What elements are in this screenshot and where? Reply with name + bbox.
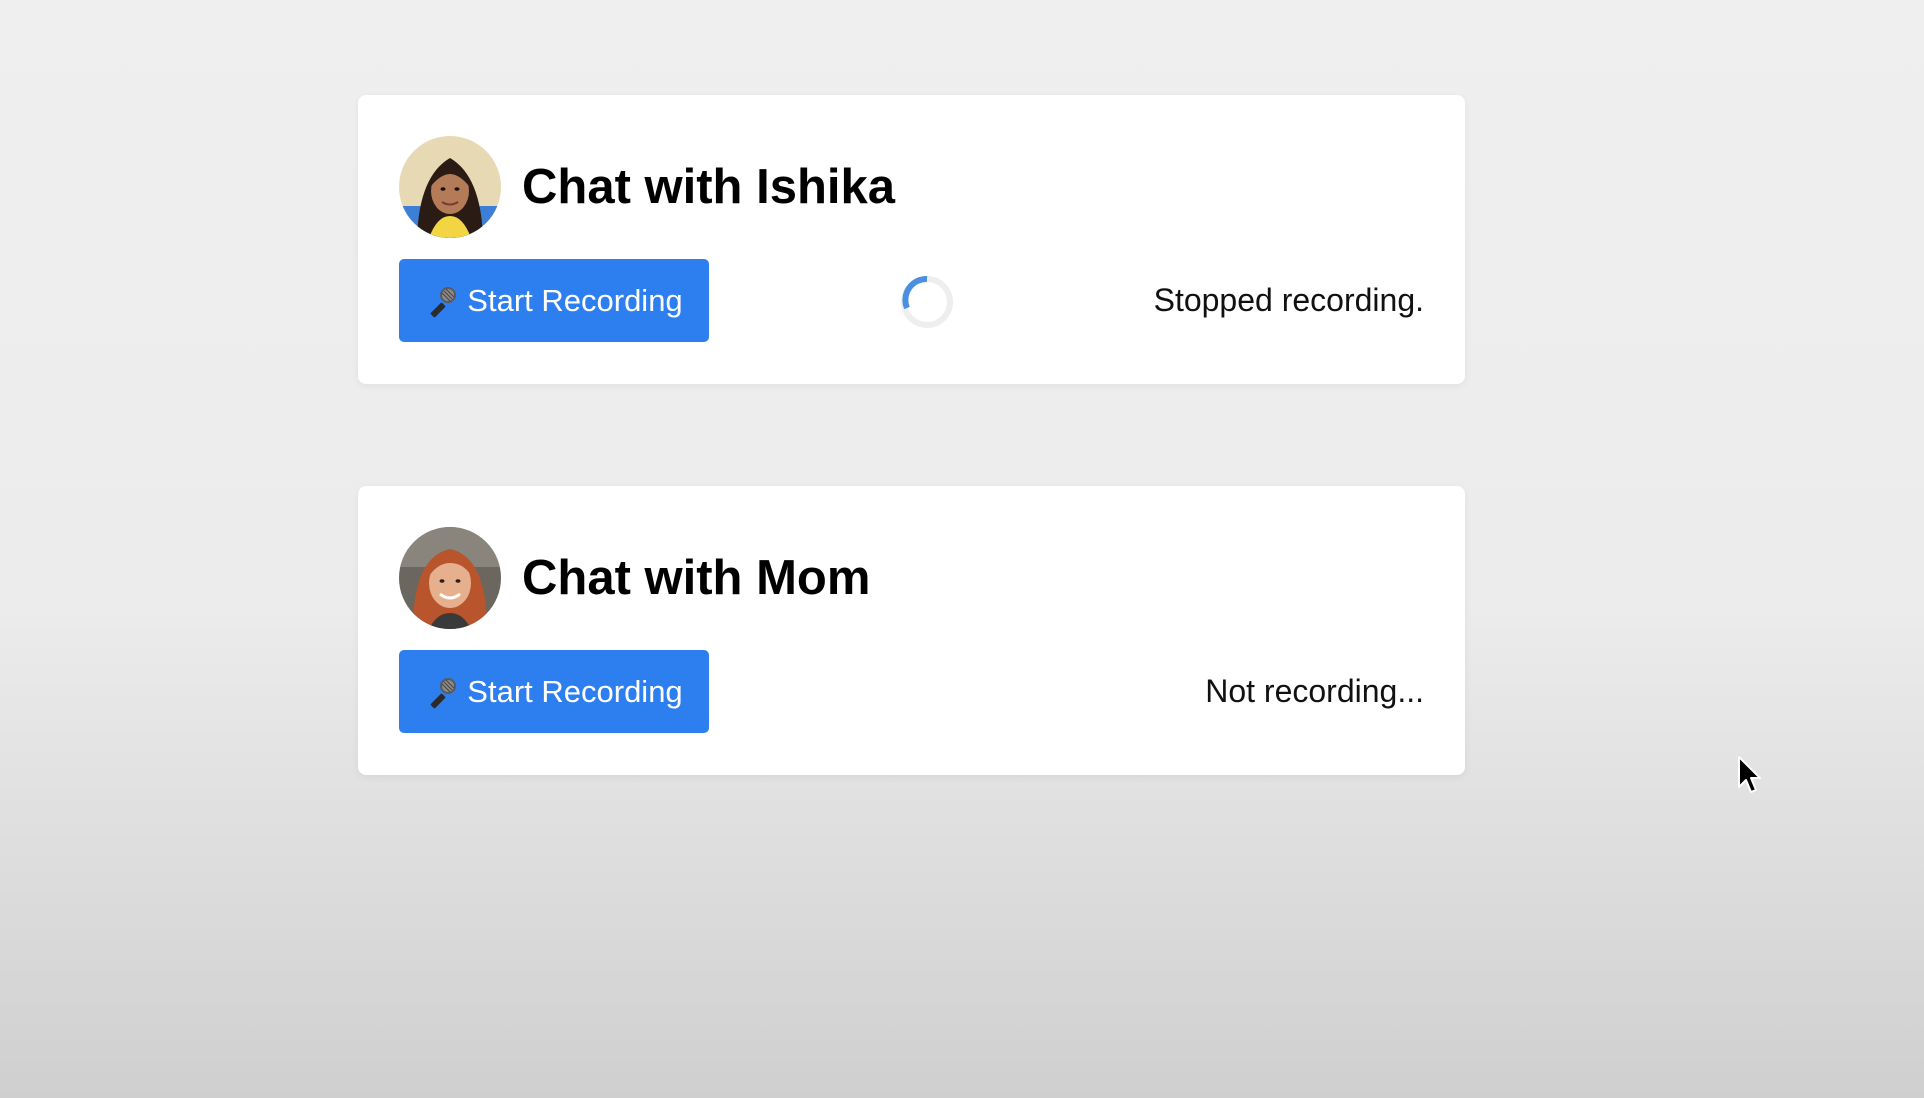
microphone-icon <box>425 284 459 318</box>
loading-spinner-icon <box>899 274 955 330</box>
chat-title: Chat with Mom <box>522 551 871 605</box>
start-recording-button[interactable]: Start Recording <box>399 650 709 733</box>
start-recording-label: Start Recording <box>467 282 683 318</box>
start-recording-button[interactable]: Start Recording <box>399 259 709 342</box>
mouse-pointer-icon <box>1737 755 1763 795</box>
recording-status: Not recording... <box>1205 673 1424 709</box>
chat-card-ishika: Chat with Ishika Start Recording Stopped… <box>358 95 1465 384</box>
avatar-ishika-image <box>399 136 501 238</box>
avatar-mom <box>399 527 501 629</box>
chat-card-mom: Chat with Mom Start Recording Not record… <box>358 486 1465 775</box>
microphone-icon <box>425 675 459 709</box>
start-recording-label: Start Recording <box>467 673 683 709</box>
avatar-ishika <box>399 136 501 238</box>
avatar-mom-image <box>399 527 501 629</box>
chat-title: Chat with Ishika <box>522 160 896 214</box>
recording-status: Stopped recording. <box>1153 282 1424 318</box>
